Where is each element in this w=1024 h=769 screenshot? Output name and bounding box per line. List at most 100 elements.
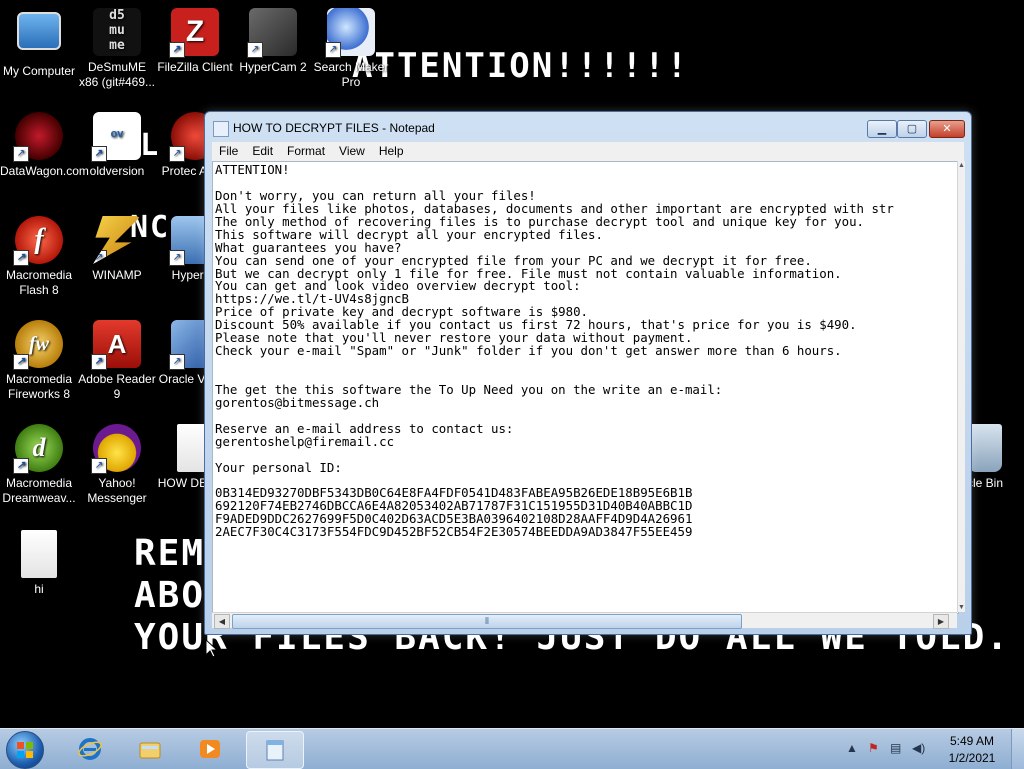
desktop-icon-desmume[interactable]: d5 mu me DeSmuME x86 (git#469... xyxy=(78,8,156,90)
menu-bar: File Edit Format View Help xyxy=(212,142,964,161)
desktop-icon-label: Search Maker Pro xyxy=(313,60,389,89)
shortcut-arrow-icon: ↗ xyxy=(169,146,185,162)
desktop-icon-label: Macromedia Dreamweav... xyxy=(2,476,76,505)
flash-icon: f ↗ xyxy=(13,216,63,266)
recycle-bin-icon xyxy=(968,424,1002,472)
hypercam-icon: ↗ xyxy=(247,8,297,58)
document-line xyxy=(215,358,955,371)
start-button[interactable] xyxy=(6,731,44,769)
desktop-icon-search-maker[interactable]: ↗ Search Maker Pro xyxy=(312,8,390,90)
desktop-icon-label: Macromedia Flash 8 xyxy=(5,268,73,297)
wallpaper-attention-text: ATTENTION!!!!!! xyxy=(352,46,690,86)
clock-time[interactable]: 5:49 AM xyxy=(946,734,998,748)
taskbar-windows-explorer[interactable] xyxy=(122,731,178,767)
document-text[interactable]: ATTENTION! Don't worry, you can return al… xyxy=(215,164,955,539)
menu-format[interactable]: Format xyxy=(280,142,332,161)
fireworks-icon: fw ↗ xyxy=(13,320,63,370)
close-button[interactable]: ✕ xyxy=(929,120,965,138)
taskbar-internet-explorer[interactable] xyxy=(62,731,118,767)
desktop-icon-filezilla[interactable]: Z ↗ FileZilla Client xyxy=(156,8,234,75)
scroll-down-arrow-icon[interactable]: ▼ xyxy=(958,604,965,611)
minimize-button[interactable]: ▁ xyxy=(867,120,897,138)
document-line: 2AEC7F30C4C3173F554FDC9D452BF52CB54F2E30… xyxy=(215,524,693,540)
scroll-up-arrow-icon[interactable]: ▲ xyxy=(958,162,965,169)
document-line: Your personal ID: xyxy=(215,459,342,475)
notepad-icon xyxy=(266,740,284,761)
shortcut-arrow-icon: ↗ xyxy=(91,458,107,474)
notepad-window[interactable]: HOW TO DECRYPT FILES - Notepad ▁ ▢ ✕ Fil… xyxy=(204,111,972,635)
system-tray: ▲ ⚑ ▤ ◀) 5:49 AM 1/2/2021 xyxy=(840,729,1024,769)
desktop-icon-hi[interactable]: hi xyxy=(0,530,78,597)
desktop-icon-label: hi xyxy=(34,582,44,596)
desktop-icon-hypercam[interactable]: ↗ HyperCam 2 xyxy=(234,8,312,75)
adobe-reader-icon: A ↗ xyxy=(91,320,141,370)
volume-icon[interactable]: ◀) xyxy=(912,741,925,755)
desktop-icon-label: Macromedia Fireworks 8 xyxy=(5,372,73,401)
desktop-icon-label: Yahoo! Messenger xyxy=(87,476,147,505)
text-file-icon xyxy=(21,530,57,578)
document-line: gerentoshelp@firemail.cc xyxy=(215,433,395,449)
desktop-icon-label: HyperCam 2 xyxy=(239,60,307,74)
shortcut-arrow-icon: ↗ xyxy=(13,146,29,162)
desktop-icon-my-computer[interactable]: My Computer xyxy=(0,8,78,79)
window-title: HOW TO DECRYPT FILES - Notepad xyxy=(233,121,435,135)
action-center-flag-icon[interactable]: ⚑ xyxy=(868,741,879,755)
computer-icon xyxy=(17,12,61,50)
taskbar: ▲ ⚑ ▤ ◀) 5:49 AM 1/2/2021 xyxy=(0,728,1024,769)
menu-help[interactable]: Help xyxy=(372,142,411,161)
internet-explorer-icon xyxy=(78,738,102,760)
menu-view[interactable]: View xyxy=(332,142,372,161)
menu-edit[interactable]: Edit xyxy=(245,142,280,161)
scroll-right-arrow-icon[interactable]: ▶ xyxy=(933,614,949,629)
yahoo-messenger-icon: ↗ xyxy=(91,424,141,474)
show-desktop-button[interactable] xyxy=(1011,729,1024,769)
document-line: gorentos@bitmessage.ch xyxy=(215,394,380,410)
notepad-icon xyxy=(213,121,229,137)
oldversion-icon: ov ↗ xyxy=(91,112,141,162)
shortcut-arrow-icon: ↗ xyxy=(13,250,29,266)
wallpaper-line-1: REM xyxy=(134,533,206,574)
shortcut-arrow-icon: ↗ xyxy=(91,146,107,162)
network-icon[interactable]: ▤ xyxy=(890,741,901,755)
search-maker-icon: ↗ xyxy=(325,8,375,58)
datawagon-icon: ↗ xyxy=(13,112,63,162)
shortcut-arrow-icon: ↗ xyxy=(93,250,107,264)
shortcut-arrow-icon: ↗ xyxy=(247,42,263,58)
maximize-button[interactable]: ▢ xyxy=(897,120,927,138)
wallpaper-line-2: ABO xyxy=(134,575,206,616)
desktop-icon-yahoo-messenger[interactable]: ↗ Yahoo! Messenger xyxy=(78,424,156,506)
vertical-scrollbar[interactable]: ▲ ▼ xyxy=(957,161,965,612)
horizontal-scrollbar[interactable]: ◀ ⦀ ▶ xyxy=(212,612,957,629)
desktop-icon-flash[interactable]: f ↗ Macromedia Flash 8 xyxy=(0,216,78,298)
shortcut-arrow-icon: ↗ xyxy=(13,458,29,474)
media-player-icon xyxy=(200,740,220,758)
shortcut-arrow-icon: ↗ xyxy=(169,354,185,370)
shortcut-arrow-icon: ↗ xyxy=(169,42,185,58)
winamp-icon: ↗ xyxy=(93,216,141,264)
document-line: Check your e-mail "Spam" or "Junk" folde… xyxy=(215,343,842,359)
shortcut-arrow-icon: ↗ xyxy=(169,250,185,266)
desktop-icon-oldversion[interactable]: ov ↗ oldversion xyxy=(78,112,156,179)
filezilla-icon: Z ↗ xyxy=(169,8,219,58)
desktop-icon-label: DeSmuME x86 (git#469... xyxy=(78,60,156,89)
windows-explorer-icon xyxy=(139,742,161,759)
desktop-icon-label: WINAMP xyxy=(92,268,142,282)
desktop-icon-fireworks[interactable]: fw ↗ Macromedia Fireworks 8 xyxy=(0,320,78,402)
taskbar-media-player[interactable] xyxy=(182,731,238,767)
scroll-left-arrow-icon[interactable]: ◀ xyxy=(214,614,230,629)
notepad-titlebar[interactable]: HOW TO DECRYPT FILES - Notepad ▁ ▢ ✕ xyxy=(205,112,971,142)
desktop-icon-label: Adobe Reader 9 xyxy=(78,372,156,401)
desktop-icon-adobe-reader[interactable]: A ↗ Adobe Reader 9 xyxy=(78,320,156,402)
desmume-icon: d5 mu me xyxy=(93,8,141,56)
dreamweaver-icon: d ↗ xyxy=(13,424,63,474)
desktop-icon-dreamweaver[interactable]: d ↗ Macromedia Dreamweav... xyxy=(0,424,78,506)
clock-date[interactable]: 1/2/2021 xyxy=(946,751,998,765)
desktop-icon-datawagon[interactable]: ↗ DataWagon.com xyxy=(0,112,89,179)
show-hidden-icons-icon[interactable]: ▲ xyxy=(846,741,858,755)
taskbar-notepad[interactable] xyxy=(246,731,304,769)
text-editor-area[interactable]: ATTENTION! Don't worry, you can return al… xyxy=(212,161,959,614)
desktop-icon-label: My Computer xyxy=(2,64,76,78)
menu-file[interactable]: File xyxy=(212,142,245,161)
desktop-icon-winamp[interactable]: ↗ WINAMP xyxy=(78,216,156,283)
horizontal-scroll-thumb[interactable]: ⦀ xyxy=(232,614,742,629)
